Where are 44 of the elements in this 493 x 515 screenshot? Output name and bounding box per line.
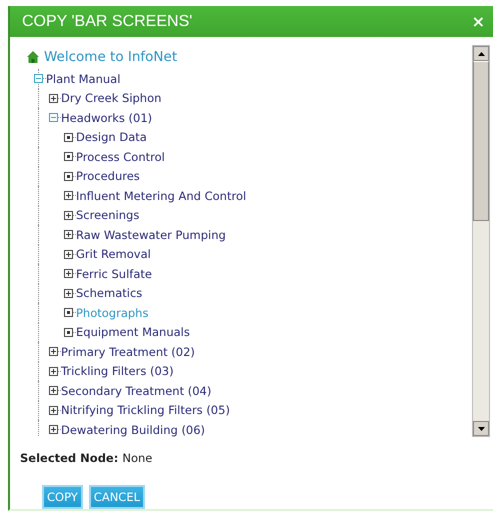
expand-icon[interactable] (64, 210, 73, 220)
selected-node-label: Selected Node: (20, 451, 118, 465)
tree-node[interactable]: Dewatering Building (06) (61, 422, 206, 437)
tree-node[interactable]: Nitrifying Trickling Filters (05) (61, 403, 230, 418)
tree-node[interactable]: Raw Wastewater Pumping (76, 228, 226, 242)
tree-node[interactable]: Schematics (76, 286, 142, 300)
tree-node[interactable]: Procedures (76, 169, 140, 184)
tree-node[interactable]: Influent Metering And Control (76, 188, 246, 203)
collapse-icon[interactable] (34, 74, 43, 84)
expand-icon[interactable] (64, 288, 73, 298)
expand-icon[interactable] (49, 406, 58, 415)
tree-node[interactable]: Design Data (76, 130, 147, 144)
tree-node[interactable]: Ferric Sulfate (76, 266, 152, 281)
expand-icon[interactable] (64, 250, 73, 259)
leaf-node-icon[interactable] (64, 172, 73, 181)
tree-node[interactable]: Process Control (76, 150, 165, 164)
tree-node[interactable]: Equipment Manuals (76, 325, 190, 340)
tree-node[interactable]: Plant Manual (46, 72, 120, 86)
scroll-down-icon[interactable] (473, 421, 489, 436)
expand-icon[interactable] (49, 386, 58, 396)
expand-icon[interactable] (49, 94, 58, 103)
scrollbar[interactable] (472, 45, 490, 437)
expand-icon[interactable] (64, 230, 73, 240)
leaf-node-icon[interactable] (64, 308, 73, 318)
tree-node[interactable]: Trickling Filters (03) (61, 364, 174, 378)
expand-icon[interactable] (49, 366, 58, 376)
tree-node[interactable]: Dry Creek Siphon (61, 91, 162, 106)
leaf-node-icon[interactable] (64, 132, 73, 142)
expand-icon[interactable] (49, 347, 58, 356)
home-icon (26, 50, 40, 64)
tree-node[interactable]: Secondary Treatment (04) (61, 384, 212, 398)
tree-node[interactable]: Grit Removal (76, 247, 151, 262)
expand-icon[interactable] (64, 269, 73, 278)
collapse-icon[interactable] (49, 113, 58, 122)
scroll-up-icon[interactable] (473, 46, 489, 61)
tree-node[interactable]: Screenings (76, 208, 140, 222)
selected-node-value: None (122, 451, 152, 465)
expand-icon[interactable] (64, 191, 73, 200)
expand-icon[interactable] (49, 425, 58, 434)
tree-node[interactable]: Headworks (01) (61, 110, 152, 125)
window-title: COPY 'BAR SCREENS' (22, 12, 192, 30)
leaf-node-icon[interactable] (64, 152, 73, 162)
tree-node[interactable]: Primary Treatment (02) (61, 344, 195, 359)
leaf-node-icon[interactable] (64, 328, 73, 337)
